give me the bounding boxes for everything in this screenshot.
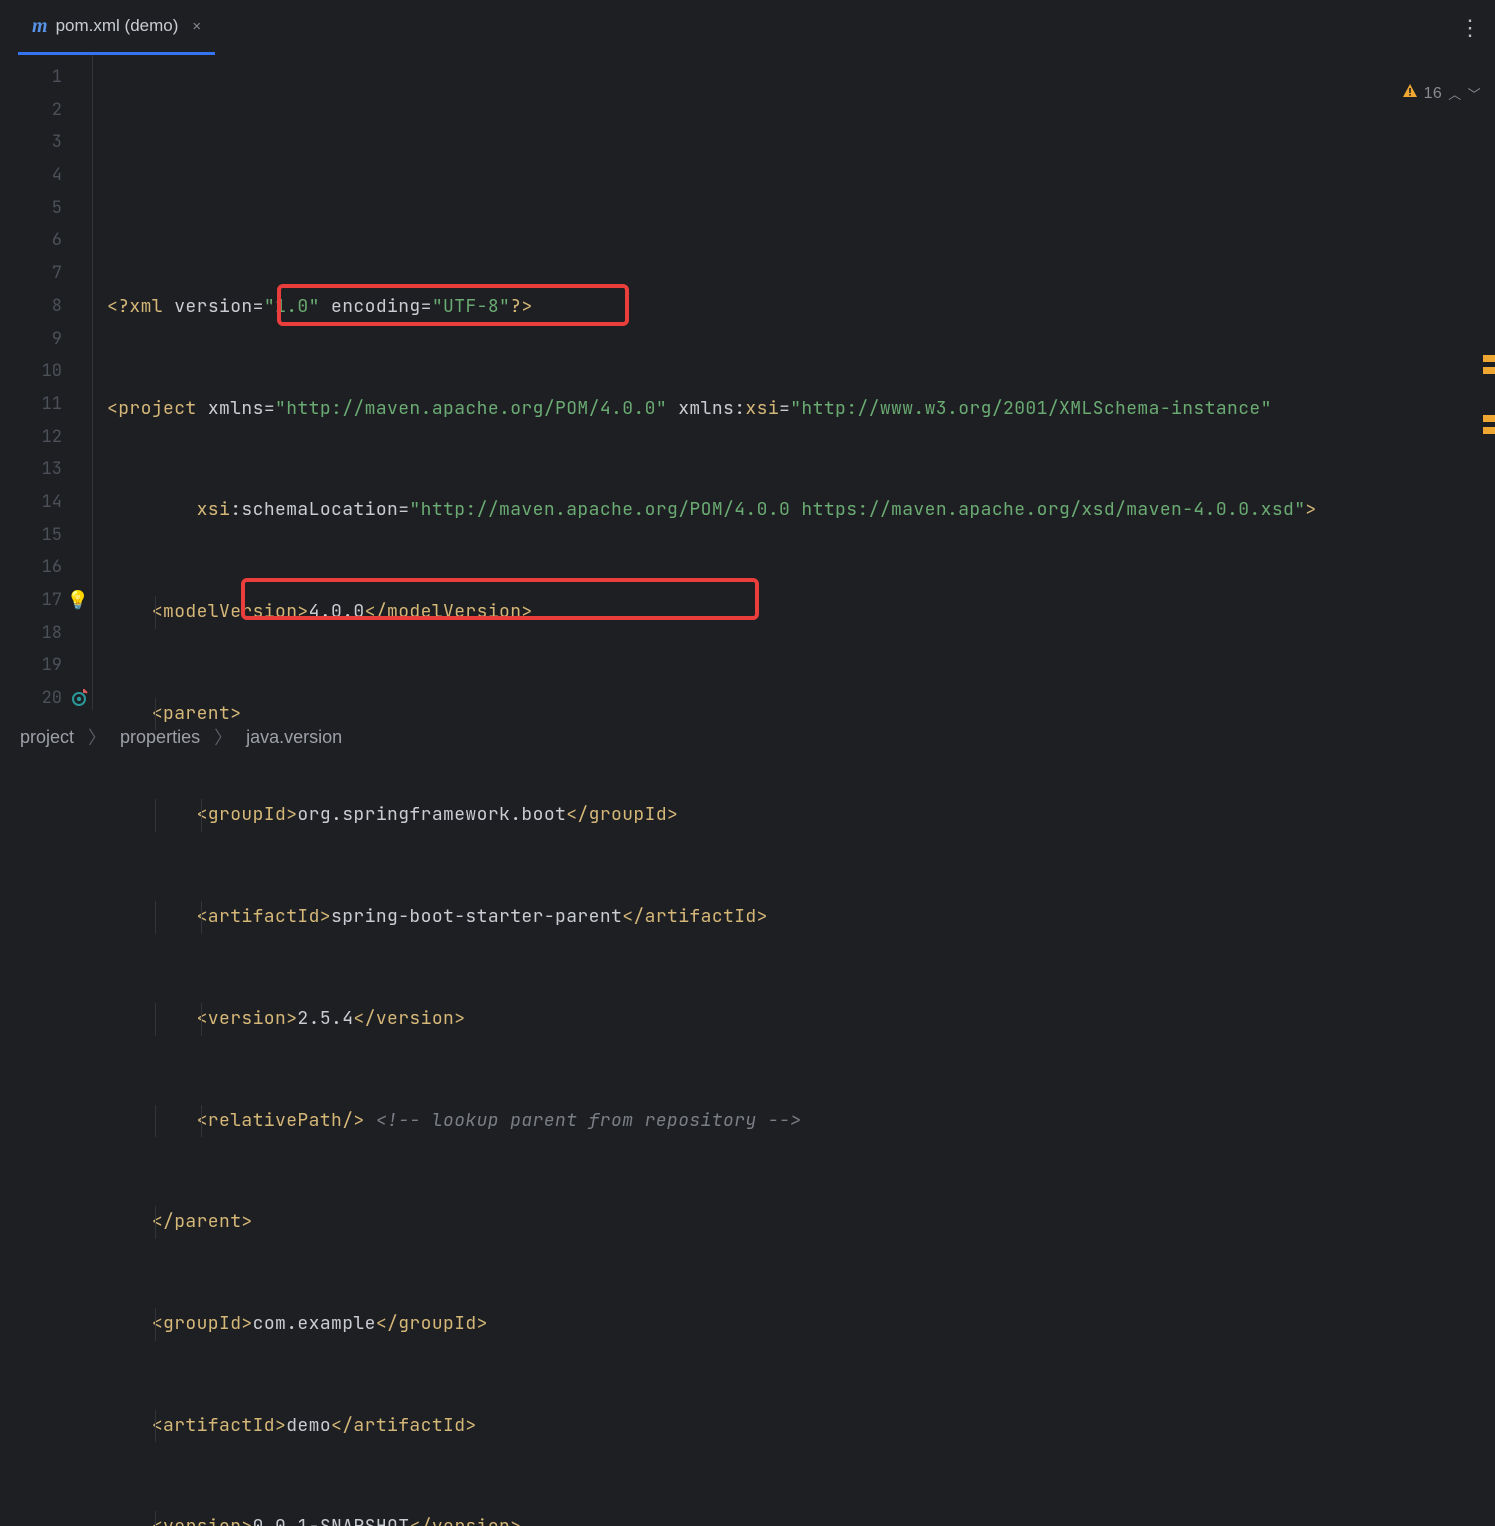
code-area[interactable]: 16 ︿ ﹀ <?xml version="1.0" encoding="UTF… xyxy=(93,55,1495,710)
code-line[interactable]: <relativePath/> <!-- lookup parent from … xyxy=(93,1105,1495,1138)
code-line[interactable]: <groupId>com.example</groupId> xyxy=(93,1308,1495,1341)
tab-bar: m pom.xml (demo) × ⋮ xyxy=(0,0,1495,55)
intention-bulb-icon[interactable]: 💡 xyxy=(68,584,88,617)
error-stripe-marker[interactable] xyxy=(1483,355,1495,362)
code-line[interactable]: </parent> xyxy=(93,1206,1495,1239)
maven-file-icon: m xyxy=(32,15,48,38)
breadcrumb-item[interactable]: project xyxy=(20,727,74,748)
tab-more-menu[interactable]: ⋮ xyxy=(1459,0,1495,55)
code-line[interactable]: xsi:schemaLocation="http://maven.apache.… xyxy=(93,494,1495,527)
code-line[interactable]: <parent> xyxy=(93,698,1495,731)
code-line[interactable]: <modelVersion>4.0.0</modelVersion> xyxy=(93,596,1495,629)
code-line[interactable]: <version>2.5.4</version> xyxy=(93,1003,1495,1036)
editor-tab-pom[interactable]: m pom.xml (demo) × xyxy=(18,0,215,55)
run-gutter-icon[interactable] xyxy=(70,682,90,715)
prev-highlight-icon[interactable]: ︿ xyxy=(1448,84,1461,103)
error-stripe-marker[interactable] xyxy=(1483,367,1495,374)
code-line[interactable]: <version>0.0.1-SNAPSHOT</version> xyxy=(93,1511,1495,1526)
next-highlight-icon[interactable]: ﹀ xyxy=(1468,84,1481,103)
error-stripe-marker[interactable] xyxy=(1483,427,1495,434)
warning-icon xyxy=(1363,65,1418,122)
code-line[interactable]: <groupId>org.springframework.boot</group… xyxy=(93,799,1495,832)
editor[interactable]: 1 2 3 4 5 6 7 8 9 10 11 12 13 14 15 16 1… xyxy=(0,55,1495,710)
code-line[interactable]: <?xml version="1.0" encoding="UTF-8"?> xyxy=(93,291,1495,324)
code-line[interactable]: <project xmlns="http://maven.apache.org/… xyxy=(93,393,1495,426)
inspection-widget[interactable]: 16 ︿ ﹀ xyxy=(1363,65,1481,122)
code-line[interactable]: <artifactId>demo</artifactId> xyxy=(93,1410,1495,1443)
close-tab-icon[interactable]: × xyxy=(192,18,201,35)
line-number-gutter: 1 2 3 4 5 6 7 8 9 10 11 12 13 14 15 16 1… xyxy=(0,55,93,710)
warning-count: 16 xyxy=(1424,85,1443,103)
code-line[interactable]: <artifactId>spring-boot-starter-parent</… xyxy=(93,901,1495,934)
tab-filename: pom.xml (demo) xyxy=(56,16,179,36)
error-stripe-marker[interactable] xyxy=(1483,415,1495,422)
